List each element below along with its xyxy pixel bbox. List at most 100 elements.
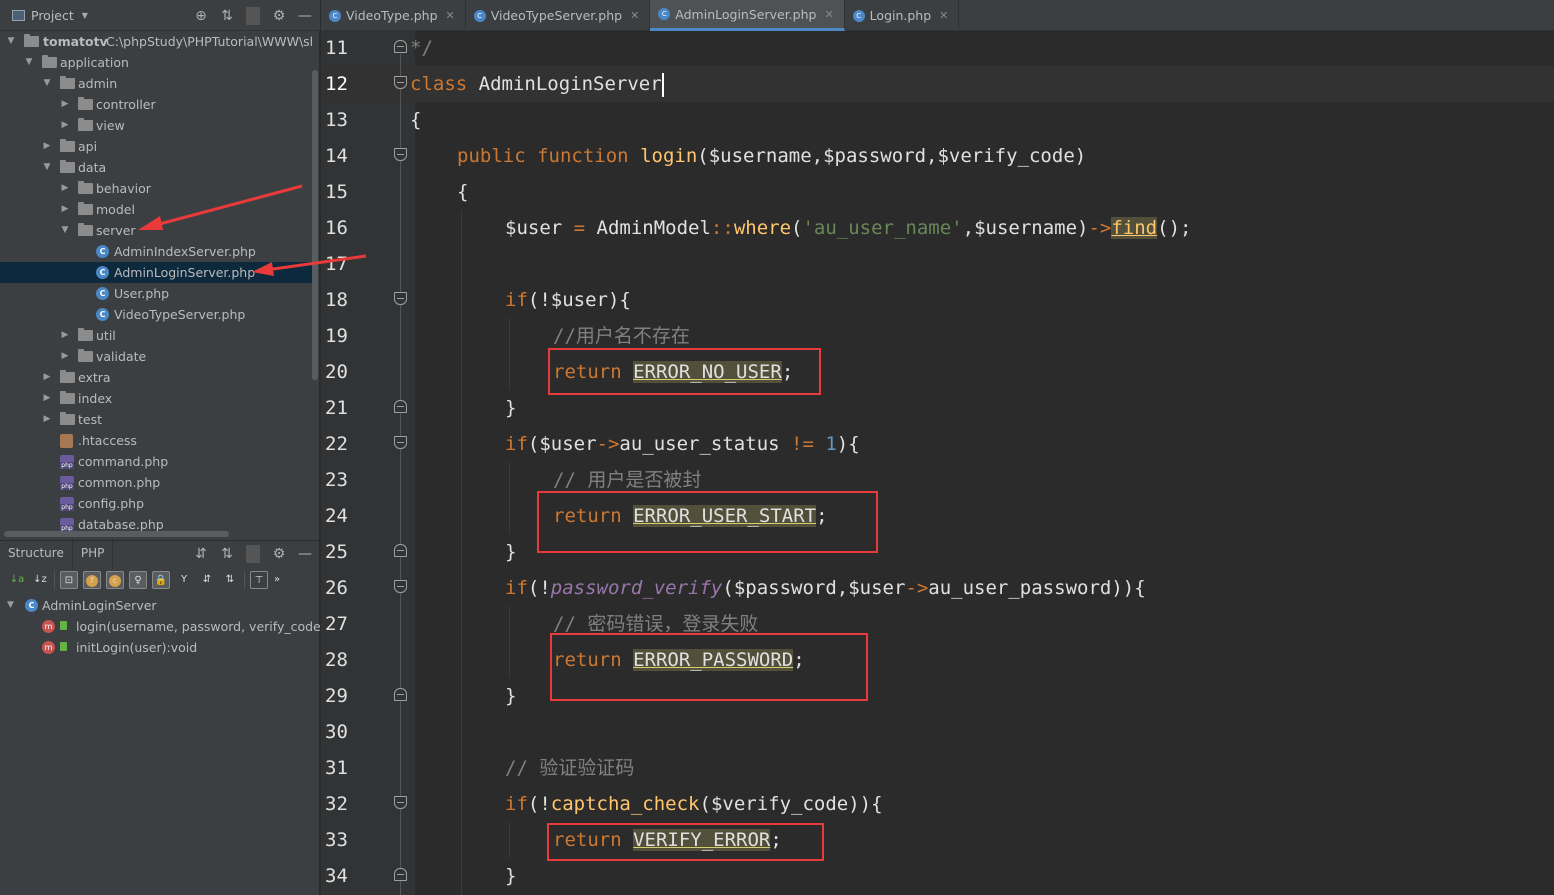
tree-item[interactable]: ▼ admin — [0, 73, 312, 94]
collapse-all-icon[interactable]: ⇅ — [220, 546, 234, 562]
expand-arrow-icon[interactable]: ▶ — [60, 115, 70, 136]
structure-member-row[interactable]: m login(username, password, verify_code)… — [0, 616, 330, 637]
close-icon[interactable]: ✕ — [630, 9, 639, 22]
tree-item[interactable]: C VideoTypeServer.php — [0, 304, 312, 325]
tree-item[interactable]: ▶ util — [0, 325, 312, 346]
tree-item[interactable]: ▶ model — [0, 199, 312, 220]
tree-item[interactable]: ▼ application — [0, 52, 312, 73]
tree-item[interactable]: ▶ view — [0, 115, 312, 136]
expand-arrow-icon[interactable]: ▶ — [60, 94, 70, 115]
tree-item[interactable]: C User.php — [0, 283, 312, 304]
filter-icon[interactable]: Y — [175, 571, 193, 589]
tab-login[interactable]: C Login.php ✕ — [845, 0, 960, 31]
expand-arrow-icon[interactable]: ▶ — [42, 136, 52, 157]
fold-marker-icon[interactable] — [394, 76, 407, 89]
show-constants-icon[interactable]: c — [106, 571, 124, 589]
tree-item[interactable]: config.php — [0, 493, 312, 514]
tree-vertical-scrollbar[interactable] — [312, 70, 318, 380]
project-title: Project — [31, 7, 74, 23]
expand-all-icon[interactable]: ⇵ — [198, 571, 216, 589]
fold-marker-icon[interactable] — [394, 688, 407, 701]
sort-visibility-icon[interactable]: ↓z — [31, 571, 49, 589]
tree-item[interactable]: common.php — [0, 472, 312, 493]
code-line-21: } — [505, 390, 516, 426]
close-icon[interactable]: ✕ — [824, 8, 833, 21]
tab-structure[interactable]: Structure — [0, 537, 73, 569]
fold-marker-icon[interactable] — [394, 292, 407, 305]
tree-horizontal-scrollbar[interactable] — [4, 531, 229, 537]
show-inherited-icon[interactable]: ⊡ — [60, 571, 78, 589]
tree-item[interactable]: ▶ extra — [0, 367, 312, 388]
tab-videotype[interactable]: C VideoType.php ✕ — [321, 0, 466, 31]
tab-videotypeserver[interactable]: C VideoTypeServer.php ✕ — [466, 0, 651, 31]
scroll-from-source-icon[interactable]: ⊕ — [194, 8, 208, 24]
hide-icon[interactable]: — — [298, 8, 312, 24]
collapse-arrow-icon[interactable]: ▼ — [60, 220, 70, 241]
expand-arrow-icon[interactable]: ▶ — [42, 388, 52, 409]
fold-marker-icon[interactable] — [394, 580, 407, 593]
tree-item-label: User.php — [114, 286, 170, 301]
sort-alpha-icon[interactable]: ↓a — [8, 571, 26, 589]
gear-icon[interactable]: ⚙ — [272, 8, 286, 24]
tree-root[interactable]: ▼ tomatotv C:\phpStudy\PHPTutorial\WWW\s… — [0, 31, 312, 52]
expand-arrow-icon[interactable]: ▶ — [42, 367, 52, 388]
collapse-all-icon[interactable]: ⇅ — [221, 571, 239, 589]
close-icon[interactable]: ✕ — [446, 9, 455, 22]
collapse-all-icon[interactable]: ⇅ — [220, 8, 234, 24]
tree-item[interactable]: ▶ controller — [0, 94, 312, 115]
tab-label: VideoType.php — [346, 8, 438, 23]
expand-arrow-icon[interactable]: ▶ — [60, 325, 70, 346]
fold-marker-icon[interactable] — [394, 40, 407, 53]
expand-arrow-icon[interactable]: ▼ — [6, 31, 16, 52]
tree-item[interactable]: ▶ index — [0, 388, 312, 409]
fold-marker-icon[interactable] — [394, 544, 407, 557]
expand-arrow-icon[interactable]: ▼ — [7, 595, 14, 616]
collapse-arrow-icon[interactable]: ▼ — [42, 157, 52, 178]
tree-item[interactable]: database.php — [0, 514, 312, 531]
line-number: 11 — [325, 37, 348, 59]
structure-member-row[interactable]: m initLogin(user):void — [0, 637, 320, 658]
collapse-arrow-icon[interactable]: ▼ — [24, 52, 34, 73]
project-view-selector[interactable]: Project ▼ — [0, 0, 88, 30]
fold-marker-icon[interactable] — [394, 148, 407, 161]
collapse-arrow-icon[interactable]: ▼ — [42, 73, 52, 94]
expand-arrow-icon[interactable]: ▶ — [60, 199, 70, 220]
show-fields-icon[interactable]: f — [83, 571, 101, 589]
show-non-public-icon[interactable]: 🔒 — [152, 571, 170, 589]
line-number: 24 — [325, 505, 348, 527]
tree-item[interactable]: C AdminIndexServer.php — [0, 241, 312, 262]
tab-adminloginserver[interactable]: C AdminLoginServer.php ✕ — [650, 0, 845, 31]
tree-item[interactable]: ▶ validate — [0, 346, 312, 367]
tree-item-label: command.php — [78, 454, 169, 469]
tab-php[interactable]: PHP — [73, 537, 114, 569]
tree-item[interactable]: ▶ api — [0, 136, 312, 157]
tree-item[interactable]: .htaccess — [0, 430, 312, 451]
autoscroll-icon[interactable]: ⊤ — [250, 571, 268, 589]
hide-icon[interactable]: — — [298, 546, 312, 562]
tree-item[interactable]: ▶ behavior — [0, 178, 312, 199]
expand-arrow-icon[interactable]: ▶ — [60, 178, 70, 199]
expand-arrow-icon[interactable]: ▶ — [60, 346, 70, 367]
expand-all-icon[interactable]: ⇵ — [194, 546, 208, 562]
fold-marker-icon[interactable] — [394, 868, 407, 881]
comment-token: // 用户是否被封 — [553, 469, 702, 491]
gear-icon[interactable]: ⚙ — [272, 546, 286, 562]
fold-marker-icon[interactable] — [394, 400, 407, 413]
show-properties-icon[interactable]: ♀ — [129, 571, 147, 589]
tree-item[interactable]: ▼ server — [0, 220, 312, 241]
php-file-icon — [60, 476, 74, 490]
expand-arrow-icon[interactable]: ▶ — [42, 409, 52, 430]
fold-marker-icon[interactable] — [394, 436, 407, 449]
tree-item[interactable]: ▼ data — [0, 157, 312, 178]
tree-item[interactable]: ▶ test — [0, 409, 312, 430]
brace-token: { — [457, 181, 469, 203]
tree-item[interactable]: C AdminLoginServer.php — [0, 262, 312, 283]
chevron-down-icon[interactable]: ▼ — [82, 11, 88, 20]
keyword-token: class — [410, 73, 468, 95]
paren-token: (! — [527, 577, 551, 599]
structure-class-row[interactable]: ▼ C AdminLoginServer — [0, 595, 320, 616]
more-icon[interactable]: » — [273, 571, 281, 589]
fold-marker-icon[interactable] — [394, 796, 407, 809]
close-icon[interactable]: ✕ — [939, 9, 948, 22]
tree-item[interactable]: command.php — [0, 451, 312, 472]
